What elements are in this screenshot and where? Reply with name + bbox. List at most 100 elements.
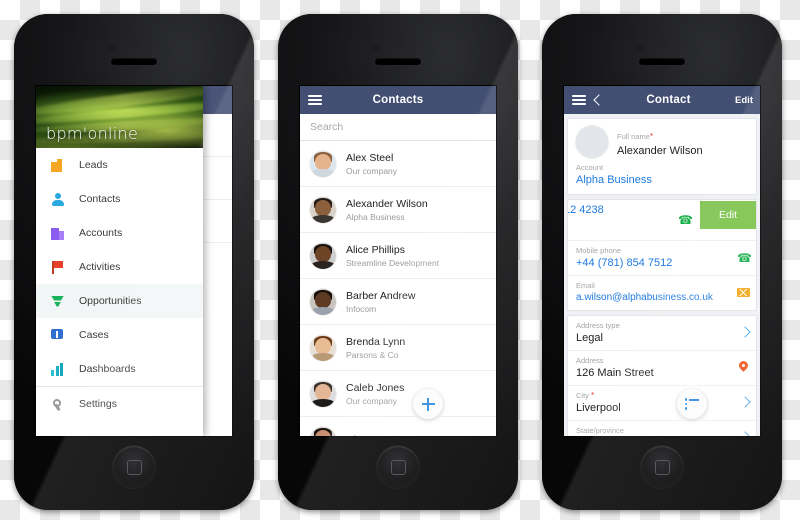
menu-item-dashboards[interactable]: Dashboards — [36, 352, 203, 386]
account-value[interactable]: Alpha Business — [576, 173, 748, 187]
city-value[interactable]: Liverpool — [576, 401, 748, 415]
list-item[interactable]: Caleb Jones Our company — [300, 371, 496, 417]
list-item[interactable]: Brenda Lynn Parsons & Co — [300, 325, 496, 371]
menu-item-contacts[interactable]: Contacts — [36, 182, 203, 216]
contact-company: Parsons & Co — [346, 349, 399, 360]
mobile-phone-value[interactable]: +44 (781) 854 7512 — [576, 256, 748, 270]
email-value[interactable]: a.wilson@alphabusiness.co.uk — [576, 291, 748, 305]
menu-item-cases[interactable]: Cases — [36, 318, 203, 352]
contact-company: Alpha Business — [346, 211, 405, 222]
list-item[interactable]: Alex Steel Our company — [300, 141, 496, 187]
identity-row: Full name* Alexander Wilson — [568, 119, 756, 162]
account-row[interactable]: Account Alpha Business — [568, 162, 756, 194]
contact-detail-body[interactable]: Full name* Alexander Wilson Account Alph… — [564, 114, 760, 436]
state-province-row[interactable]: State/province Merseyside — [568, 420, 756, 436]
list-item[interactable]: Alexander Wilson Alpha Business — [300, 187, 496, 233]
home-button[interactable] — [377, 446, 419, 488]
menu-item-label: Activities — [79, 261, 121, 273]
plus-icon — [421, 397, 435, 411]
search-input[interactable]: Search — [300, 114, 496, 141]
volume-up-button[interactable] — [14, 134, 16, 160]
menu-item-activities[interactable]: Activities — [36, 250, 203, 284]
call-icon[interactable]: ☎ — [737, 252, 752, 264]
volume-down-button[interactable] — [542, 166, 544, 192]
avatar — [310, 242, 336, 269]
address-label: Address — [576, 356, 604, 365]
avatar — [576, 126, 608, 158]
address-card: Address type Legal Address 126 Main Stre… — [567, 315, 757, 436]
contact-company: Our company — [346, 395, 398, 406]
avatar — [310, 426, 336, 436]
brand-banner: bpm'online — [36, 86, 203, 148]
menu-item-accounts[interactable]: Accounts — [36, 216, 203, 250]
contacts-appbar: Contacts — [300, 86, 496, 114]
address-row[interactable]: Address 126 Main Street — [568, 350, 756, 385]
city-row[interactable]: City * Liverpool — [568, 385, 756, 420]
volume-up-button[interactable] — [278, 134, 280, 160]
hamburger-icon[interactable] — [572, 95, 586, 105]
page-title: Contacts — [372, 94, 424, 106]
home-button[interactable] — [113, 446, 155, 488]
email-label: Email — [576, 281, 595, 290]
brand-logo-text: bpm'online — [46, 124, 139, 143]
phone-row-swiped[interactable]: 12 4238 ☎ Edit — [568, 200, 756, 240]
back-chevron-icon[interactable] — [592, 93, 602, 107]
email-icon[interactable] — [737, 288, 750, 297]
required-marker: * — [649, 132, 654, 141]
communication-card: 12 4238 ☎ Edit Mobile phone +44 (781) 85… — [567, 199, 757, 311]
menu-item-label: Accounts — [79, 227, 123, 239]
menu-item-label: Opportunities — [79, 295, 142, 307]
volume-up-button[interactable] — [542, 134, 544, 160]
contacts-list[interactable]: Alex Steel Our company Alexander Wilson — [300, 141, 496, 436]
contact-name: Caleb Jones — [346, 381, 405, 394]
row-edit-button[interactable]: Edit — [700, 201, 756, 229]
menu-item-opportunities[interactable]: Opportunities — [36, 284, 203, 318]
opportunities-icon — [50, 294, 65, 309]
account-label: Account — [576, 163, 604, 172]
phone-device-contacts: Contacts Search Alex Steel Our company A… — [278, 14, 518, 510]
mobile-phone-row[interactable]: Mobile phone +44 (781) 854 7512 ☎ — [568, 240, 756, 275]
add-contact-fab[interactable] — [413, 389, 443, 419]
page-title: Contact — [646, 94, 691, 106]
contact-name: Brenda Lynn — [346, 335, 406, 348]
actions-fab[interactable] — [677, 389, 707, 419]
state-province-label: State/province — [576, 426, 624, 435]
address-type-value[interactable]: Legal — [576, 331, 748, 345]
menu-item-label: Dashboards — [79, 363, 136, 375]
city-label: City * — [576, 391, 595, 400]
settings-icon — [50, 397, 65, 412]
avatar — [310, 150, 336, 177]
list-item[interactable]: Barber Andrew Infocom — [300, 279, 496, 325]
search-placeholder: Search — [310, 121, 344, 133]
volume-down-button[interactable] — [278, 166, 280, 192]
avatar — [310, 288, 336, 315]
address-value[interactable]: 126 Main Street — [576, 366, 748, 380]
full-name-value[interactable]: Alexander Wilson — [617, 144, 748, 158]
phone3-screen: Contact Edit Full name* Alexander Wilson… — [564, 86, 760, 436]
call-icon[interactable]: ☎ — [678, 214, 693, 226]
list-item[interactable]: Clayton Bruce — [300, 417, 496, 436]
contact-name: Barber Andrew — [346, 289, 416, 302]
contact-name: Alex Steel — [346, 151, 394, 164]
email-row[interactable]: Email a.wilson@alphabusiness.co.uk — [568, 275, 756, 310]
menu-item-label: Contacts — [79, 193, 121, 205]
edit-button[interactable]: Edit — [735, 95, 753, 106]
phone-device-menu: bpm'online Leads Contacts Accounts Activ… — [14, 14, 254, 510]
front-camera — [637, 46, 643, 52]
list-item[interactable]: Alice Phillips Streamline Development — [300, 233, 496, 279]
hamburger-icon[interactable] — [308, 95, 322, 105]
menu-item-label: Settings — [79, 398, 117, 410]
phone1-screen: bpm'online Leads Contacts Accounts Activ… — [36, 86, 232, 436]
contact-name: Alice Phillips — [346, 243, 405, 256]
activities-icon — [50, 260, 65, 275]
phone2-screen: Contacts Search Alex Steel Our company A… — [300, 86, 496, 436]
home-button[interactable] — [641, 446, 683, 488]
menu-item-settings[interactable]: Settings — [36, 386, 203, 421]
contact-appbar: Contact Edit — [564, 86, 760, 114]
required-marker: * — [588, 391, 595, 400]
address-type-row[interactable]: Address type Legal — [568, 316, 756, 350]
earpiece-speaker — [111, 58, 157, 65]
home-square-icon — [127, 460, 142, 475]
volume-down-button[interactable] — [14, 166, 16, 192]
menu-item-leads[interactable]: Leads — [36, 148, 203, 182]
